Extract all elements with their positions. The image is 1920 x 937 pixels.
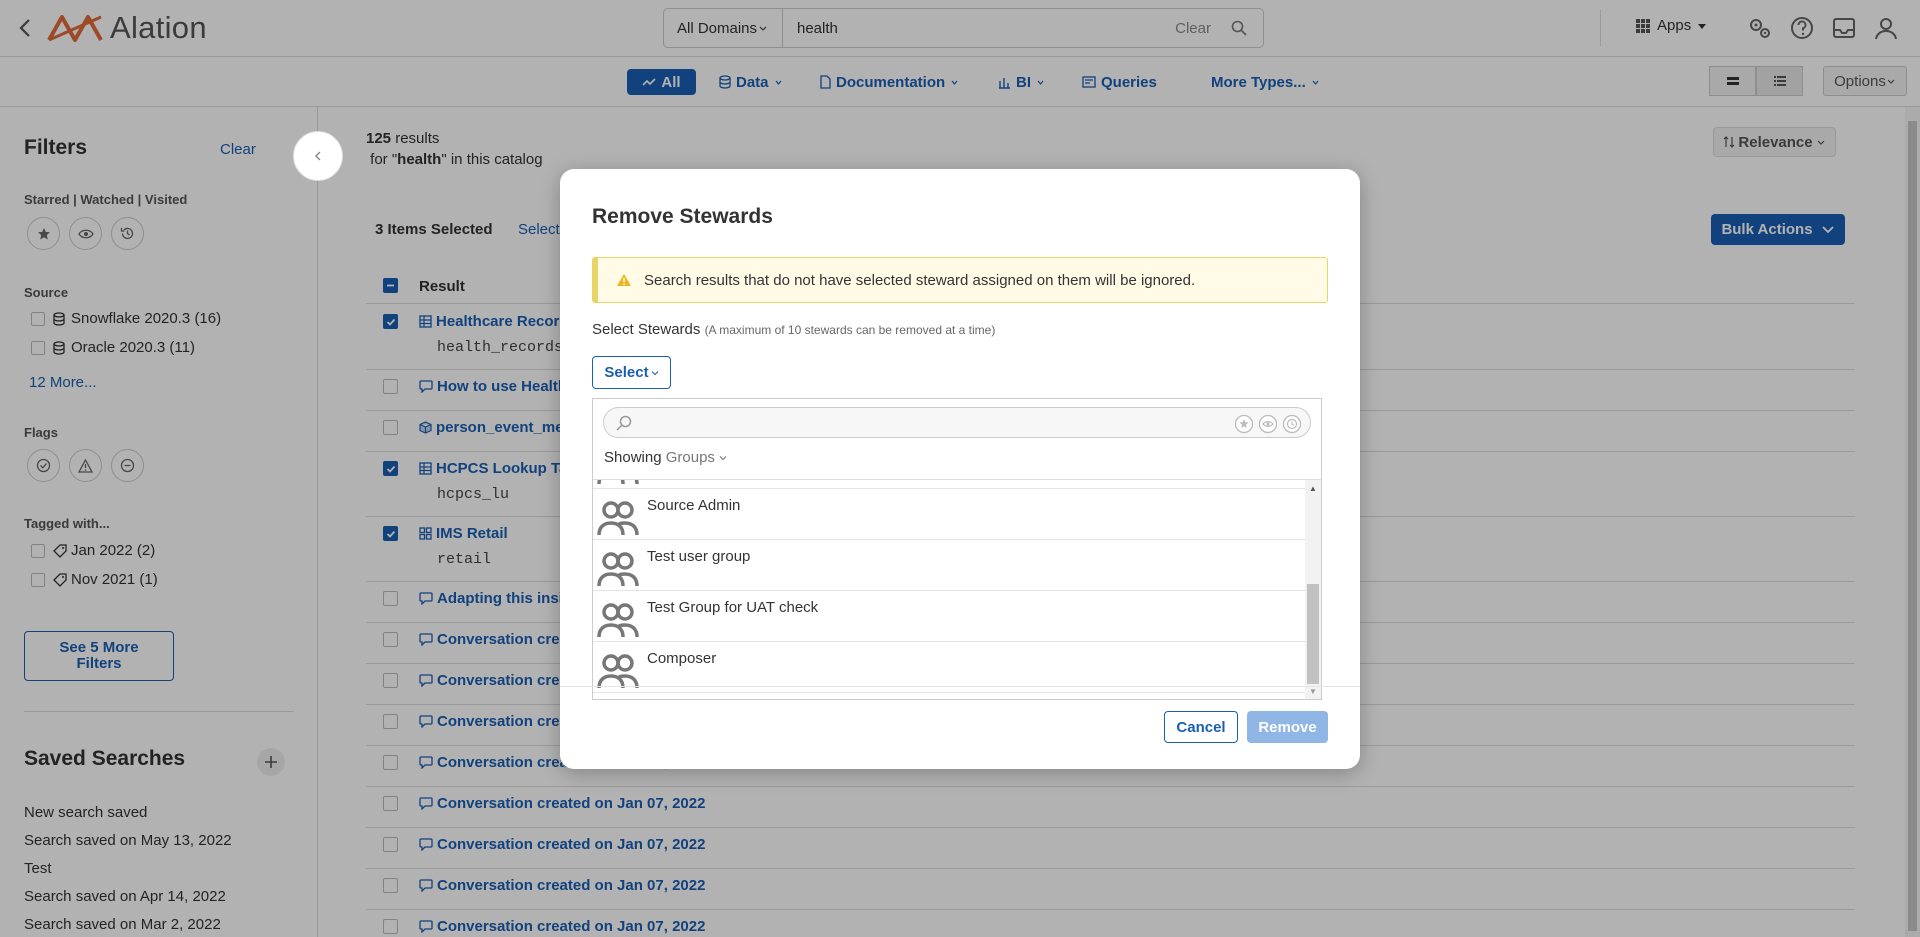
remove-button[interactable]: Remove bbox=[1247, 711, 1328, 743]
cancel-button[interactable]: Cancel bbox=[1164, 711, 1238, 743]
group-list-scrollbar-thumb[interactable] bbox=[1307, 584, 1319, 684]
group-name: Test user group bbox=[647, 548, 751, 565]
showing-value: Groups bbox=[665, 449, 715, 466]
group-name: Test Group for UAT check bbox=[647, 599, 819, 616]
chevron-down-icon bbox=[651, 370, 658, 375]
group-list: Source Admin Test user group Test Group … bbox=[593, 479, 1321, 699]
history-filter-icon[interactable] bbox=[1282, 414, 1302, 434]
group-name: Composer bbox=[647, 650, 717, 667]
group-icon bbox=[597, 603, 639, 638]
select-stewards-text: Select Stewards bbox=[592, 321, 701, 338]
select-stewards-button[interactable]: Select bbox=[592, 356, 671, 389]
warning-banner: Search results that do not have selected… bbox=[592, 257, 1328, 303]
picker-filter-icons bbox=[1234, 414, 1302, 434]
select-stewards-label: Select Stewards (A maximum of 10 steward… bbox=[592, 321, 995, 338]
steward-picker: Showing Groups Source Admin Test user gr… bbox=[592, 398, 1322, 700]
collapse-sidebar-button[interactable] bbox=[293, 131, 343, 181]
group-icon bbox=[597, 654, 639, 689]
select-stewards-hint: (A maximum of 10 stewards can be removed… bbox=[704, 323, 996, 337]
group-icon bbox=[597, 552, 639, 587]
chevron-down-icon bbox=[719, 456, 727, 461]
star-filter-icon[interactable] bbox=[1234, 414, 1254, 434]
search-icon bbox=[616, 415, 632, 431]
remove-stewards-dialog: Remove Stewards Search results that do n… bbox=[560, 169, 1360, 769]
steward-search-input[interactable] bbox=[603, 407, 1311, 438]
chevron-left-icon bbox=[315, 151, 321, 161]
scroll-up-arrow-icon[interactable]: ▲ bbox=[1309, 484, 1317, 493]
group-icon bbox=[597, 501, 639, 536]
dialog-title: Remove Stewards bbox=[592, 205, 773, 228]
showing-label: Showing bbox=[604, 449, 662, 466]
eye-filter-icon[interactable] bbox=[1258, 414, 1278, 434]
select-button-label: Select bbox=[604, 364, 649, 381]
group-list-scrollbar[interactable]: ▲ ▼ bbox=[1305, 480, 1321, 699]
group-item-test-user-group[interactable]: Test user group bbox=[593, 540, 1305, 591]
warning-text: Search results that do not have selected… bbox=[644, 271, 1196, 289]
group-item-partial[interactable] bbox=[593, 480, 1305, 489]
warning-icon bbox=[617, 274, 631, 286]
group-name: Source Admin bbox=[647, 497, 741, 514]
group-item-source-admin[interactable]: Source Admin bbox=[593, 489, 1305, 540]
scroll-down-arrow-icon[interactable]: ▼ bbox=[1309, 687, 1317, 696]
showing-groups-select[interactable]: Groups bbox=[666, 449, 727, 466]
dialog-footer-divider bbox=[560, 686, 1360, 687]
group-item-test-group-uat[interactable]: Test Group for UAT check bbox=[593, 591, 1305, 642]
showing-filter: Showing Groups bbox=[604, 449, 727, 466]
group-icon bbox=[597, 480, 639, 485]
